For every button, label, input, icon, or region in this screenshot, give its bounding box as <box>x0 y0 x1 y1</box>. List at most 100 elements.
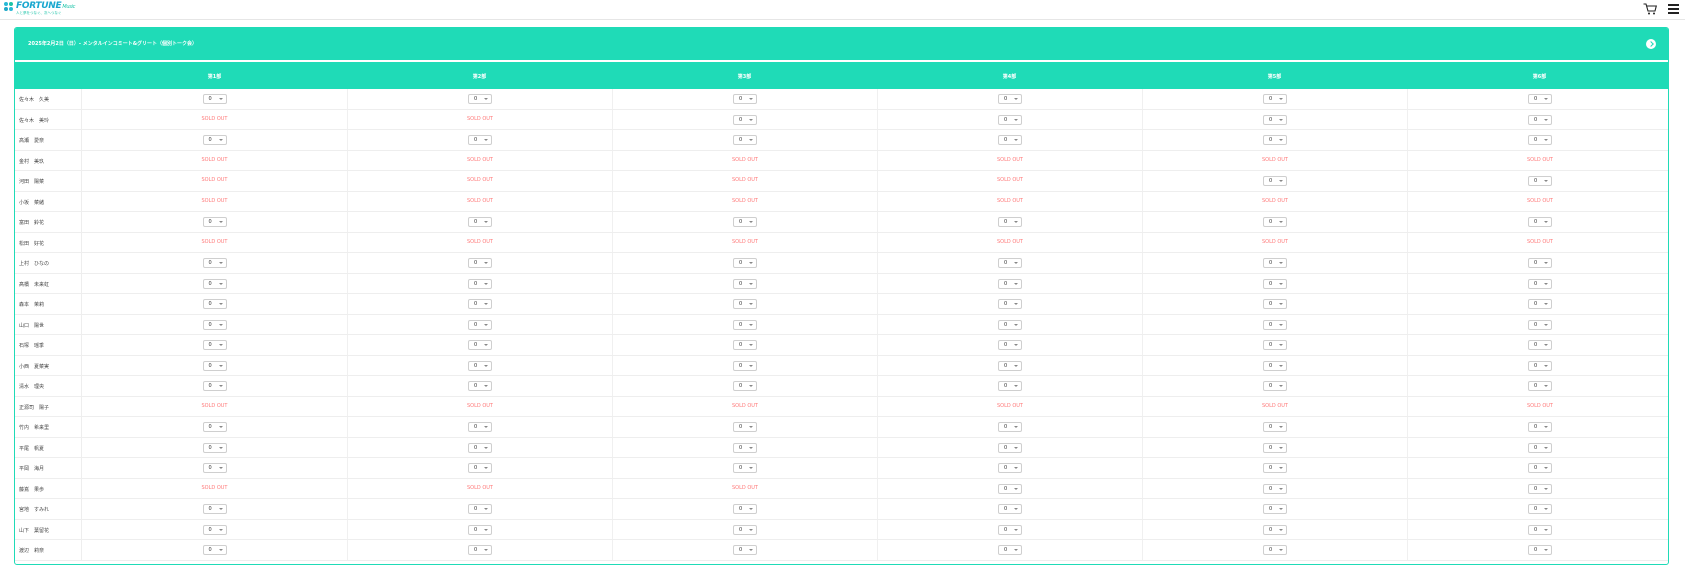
quantity-select[interactable]: 0 <box>1528 422 1552 432</box>
quantity-select[interactable]: 0 <box>1263 299 1287 309</box>
quantity-select[interactable]: 0 <box>1528 463 1552 473</box>
quantity-select[interactable]: 0 <box>998 545 1022 555</box>
quantity-select[interactable]: 0 <box>1528 299 1552 309</box>
quantity-select[interactable]: 0 <box>202 360 227 371</box>
quantity-select[interactable]: 0 <box>468 278 492 289</box>
quantity-select[interactable]: 0 <box>1263 135 1287 145</box>
quantity-select[interactable]: 0 <box>468 545 492 555</box>
quantity-select[interactable]: 0 <box>733 381 757 391</box>
quantity-select[interactable]: 0 <box>733 442 757 453</box>
quantity-select[interactable]: 0 <box>1528 360 1552 371</box>
quantity-select[interactable]: 0 <box>202 258 227 268</box>
quantity-select[interactable]: 0 <box>1528 340 1552 350</box>
quantity-select[interactable]: 0 <box>1263 360 1287 371</box>
quantity-select[interactable]: 0 <box>468 442 492 453</box>
quantity-select[interactable]: 0 <box>468 524 492 535</box>
quantity-select[interactable]: 0 <box>202 381 227 391</box>
quantity-select[interactable]: 0 <box>468 94 492 104</box>
quantity-select[interactable]: 0 <box>1263 319 1287 330</box>
quantity-select[interactable]: 0 <box>1263 217 1287 227</box>
quantity-select[interactable]: 0 <box>1528 217 1552 227</box>
quantity-select[interactable]: 0 <box>733 524 757 535</box>
quantity-select[interactable]: 0 <box>468 463 492 473</box>
quantity-select[interactable]: 0 <box>733 299 757 309</box>
panel-header[interactable]: 2025年2月2日（日）- メンタルインコミート&グリート（個別トーク会） <box>15 28 1668 60</box>
quantity-select[interactable]: 0 <box>202 340 227 350</box>
cart-icon[interactable] <box>1643 3 1657 15</box>
quantity-select[interactable]: 0 <box>1528 278 1552 289</box>
quantity-select[interactable]: 0 <box>998 340 1022 350</box>
quantity-select[interactable]: 0 <box>202 545 227 555</box>
quantity-select[interactable]: 0 <box>1528 483 1552 494</box>
quantity-select[interactable]: 0 <box>733 217 757 227</box>
quantity-select[interactable]: 0 <box>998 504 1022 514</box>
quantity-select[interactable]: 0 <box>202 299 227 309</box>
quantity-select[interactable]: 0 <box>998 422 1022 432</box>
quantity-select[interactable]: 0 <box>1263 524 1287 535</box>
quantity-select[interactable]: 0 <box>1528 258 1552 268</box>
quantity-select[interactable]: 0 <box>1528 176 1552 186</box>
quantity-select[interactable]: 0 <box>733 545 757 555</box>
quantity-select[interactable]: 0 <box>202 422 227 432</box>
quantity-select[interactable]: 0 <box>998 258 1022 268</box>
chevron-circle-icon[interactable] <box>1646 39 1656 49</box>
quantity-select[interactable]: 0 <box>733 340 757 350</box>
quantity-select[interactable]: 0 <box>1528 319 1552 330</box>
quantity-select[interactable]: 0 <box>733 278 757 289</box>
quantity-select[interactable]: 0 <box>998 442 1022 453</box>
quantity-select[interactable]: 0 <box>1528 524 1552 535</box>
quantity-select[interactable]: 0 <box>733 94 757 104</box>
quantity-select[interactable]: 0 <box>1263 442 1287 453</box>
quantity-select[interactable]: 0 <box>468 319 492 330</box>
quantity-select[interactable]: 0 <box>733 360 757 371</box>
quantity-select[interactable]: 0 <box>468 422 492 432</box>
quantity-select[interactable]: 0 <box>998 483 1022 494</box>
quantity-select[interactable]: 0 <box>202 524 227 535</box>
quantity-select[interactable]: 0 <box>468 360 492 371</box>
quantity-select[interactable]: 0 <box>1528 94 1552 104</box>
quantity-select[interactable]: 0 <box>733 135 757 145</box>
quantity-select[interactable]: 0 <box>733 504 757 514</box>
quantity-select[interactable]: 0 <box>998 299 1022 309</box>
quantity-select[interactable]: 0 <box>733 319 757 330</box>
quantity-select[interactable]: 0 <box>468 217 492 227</box>
quantity-select[interactable]: 0 <box>998 463 1022 473</box>
site-logo[interactable]: FORTUNEMusic 人と夢をつなぐ、次へつなぐ <box>4 1 75 17</box>
quantity-select[interactable]: 0 <box>733 114 757 125</box>
quantity-select[interactable]: 0 <box>1528 545 1552 555</box>
quantity-select[interactable]: 0 <box>998 94 1022 104</box>
quantity-select[interactable]: 0 <box>998 114 1022 125</box>
quantity-select[interactable]: 0 <box>202 217 227 227</box>
quantity-select[interactable]: 0 <box>202 463 227 473</box>
quantity-select[interactable]: 0 <box>1528 114 1552 125</box>
quantity-select[interactable]: 0 <box>1263 381 1287 391</box>
quantity-select[interactable]: 0 <box>468 340 492 350</box>
quantity-select[interactable]: 0 <box>202 319 227 330</box>
quantity-select[interactable]: 0 <box>1528 504 1552 514</box>
quantity-select[interactable]: 0 <box>998 135 1022 145</box>
quantity-select[interactable]: 0 <box>1528 381 1552 391</box>
quantity-select[interactable]: 0 <box>468 504 492 514</box>
quantity-select[interactable]: 0 <box>733 463 757 473</box>
quantity-select[interactable]: 0 <box>202 504 227 514</box>
quantity-select[interactable]: 0 <box>468 135 492 145</box>
quantity-select[interactable]: 0 <box>1263 278 1287 289</box>
quantity-select[interactable]: 0 <box>1528 442 1552 453</box>
quantity-select[interactable]: 0 <box>1263 114 1287 125</box>
quantity-select[interactable]: 0 <box>733 422 757 432</box>
quantity-select[interactable]: 0 <box>1263 422 1287 432</box>
quantity-select[interactable]: 0 <box>998 319 1022 330</box>
quantity-select[interactable]: 0 <box>468 258 492 268</box>
quantity-select[interactable]: 0 <box>998 381 1022 391</box>
quantity-select[interactable]: 0 <box>1263 504 1287 514</box>
quantity-select[interactable]: 0 <box>998 360 1022 371</box>
quantity-select[interactable]: 0 <box>1263 545 1287 555</box>
quantity-select[interactable]: 0 <box>1263 483 1287 494</box>
quantity-select[interactable]: 0 <box>1263 258 1287 268</box>
hamburger-menu-icon[interactable] <box>1668 3 1679 14</box>
quantity-select[interactable]: 0 <box>468 381 492 391</box>
quantity-select[interactable]: 0 <box>1263 176 1287 186</box>
quantity-select[interactable]: 0 <box>202 278 227 289</box>
quantity-select[interactable]: 0 <box>998 278 1022 289</box>
quantity-select[interactable]: 0 <box>1263 340 1287 350</box>
